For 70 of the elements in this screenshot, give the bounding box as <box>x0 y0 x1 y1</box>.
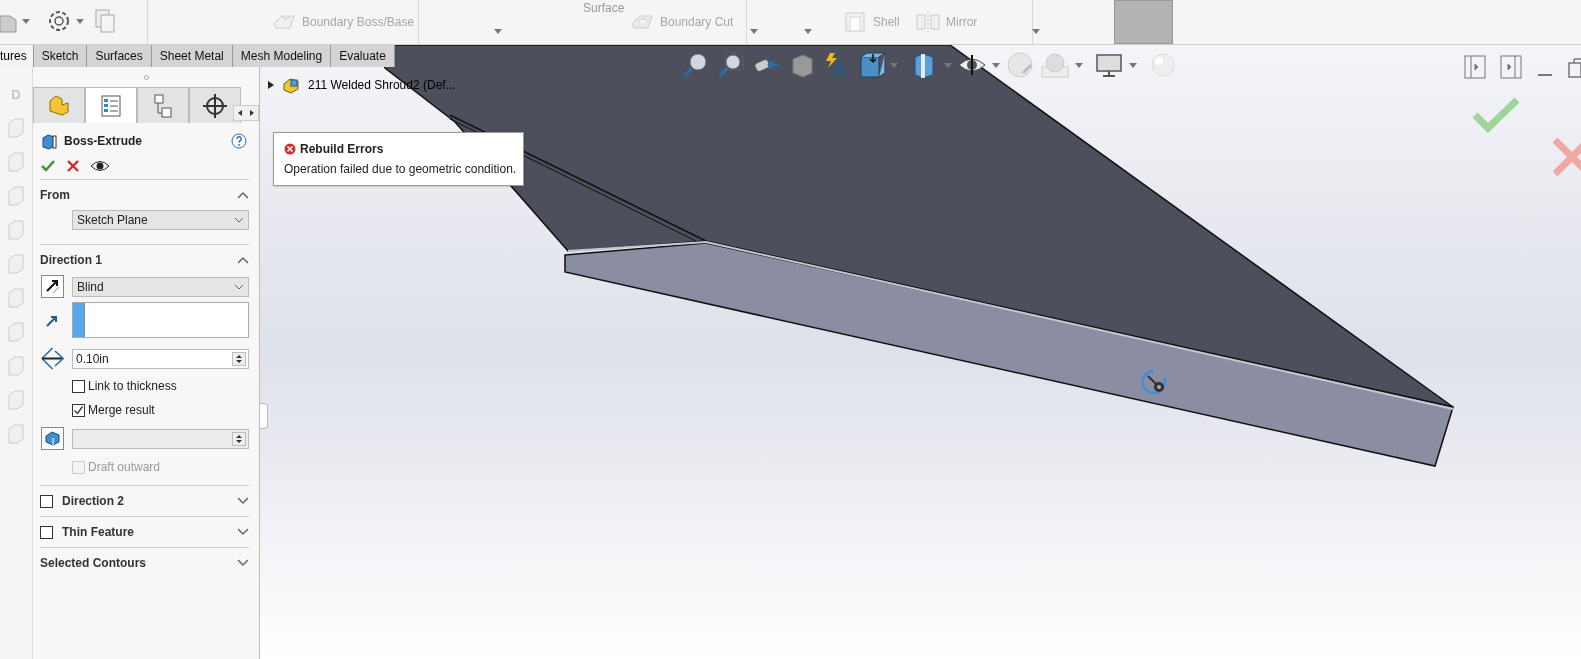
gear-icon[interactable] <box>46 8 72 34</box>
command-tab[interactable]: Surfaces <box>87 45 152 67</box>
checkbox[interactable] <box>72 379 85 393</box>
preview-tile <box>1114 0 1173 44</box>
shell-icon <box>843 10 867 34</box>
caret-icon[interactable] <box>22 18 30 24</box>
caret-icon[interactable] <box>1075 62 1083 68</box>
checkbox[interactable] <box>72 403 85 417</box>
confirm-check-icon[interactable] <box>1472 97 1520 133</box>
restore-icon[interactable] <box>1568 55 1581 79</box>
command-tab[interactable]: Sketch <box>33 45 88 67</box>
caret-icon[interactable] <box>76 18 84 24</box>
draft-icon[interactable] <box>41 427 64 450</box>
dropdown-value: Blind <box>77 278 104 296</box>
tile-right-icon[interactable] <box>1500 55 1522 79</box>
extrude-icon <box>40 132 58 150</box>
tooltip-message: Operation failed due to geometric condition. <box>284 161 513 178</box>
caret-icon[interactable] <box>992 62 1000 68</box>
caret-icon[interactable] <box>494 29 502 34</box>
expand-chevron-icon[interactable] <box>237 497 249 505</box>
command-tab[interactable]: tures <box>0 45 34 67</box>
chevron-icon <box>234 217 244 223</box>
section-title[interactable]: Selected Contours <box>40 554 228 572</box>
caret-icon[interactable] <box>804 29 812 34</box>
command-tab[interactable]: Evaluate <box>331 45 395 67</box>
help-icon[interactable] <box>231 133 247 149</box>
zoom-area-icon[interactable] <box>717 51 747 79</box>
ok-check-icon[interactable] <box>40 158 56 174</box>
chevron-icon <box>234 283 244 290</box>
busy-cursor-icon <box>1140 368 1168 396</box>
section-title[interactable]: Direction 2 <box>62 492 228 510</box>
panel-title: Boss-Extrude <box>64 133 144 150</box>
collapse-chevron-icon[interactable] <box>237 256 249 264</box>
dropdown-value: Sketch Plane <box>77 212 148 229</box>
dimension-icon <box>41 347 64 370</box>
section-title[interactable]: Direction 1 <box>40 251 228 269</box>
collapse-chevron-icon[interactable] <box>237 191 249 199</box>
group-label: Surface <box>583 0 625 17</box>
spinner-icon[interactable] <box>232 351 246 366</box>
checkbox[interactable] <box>40 525 53 539</box>
number-field[interactable]: 0.10in <box>72 348 249 369</box>
command-tab[interactable]: Sheet Metal <box>151 45 233 67</box>
tooltip-title: Rebuild Errors <box>300 141 384 158</box>
part-icon <box>282 76 300 94</box>
checkbox-label: Link to thickness <box>88 378 177 395</box>
checkbox[interactable] <box>40 494 53 508</box>
selection-box[interactable] <box>72 302 249 338</box>
panel-tab[interactable] <box>189 87 241 123</box>
tile-left-icon[interactable] <box>1464 55 1486 79</box>
expand-chevron-icon[interactable] <box>237 528 249 536</box>
cancel-icon[interactable] <box>66 159 80 173</box>
panel-handle[interactable] <box>260 403 268 429</box>
caret-icon[interactable] <box>1129 62 1137 68</box>
monitor-icon[interactable] <box>1094 51 1124 79</box>
dropdown[interactable]: Sketch Plane <box>72 210 249 230</box>
section-title[interactable]: Thin Feature <box>62 523 228 541</box>
caret-icon[interactable] <box>1032 29 1040 34</box>
dropdown[interactable]: Blind <box>72 276 249 297</box>
view-cube-icon[interactable] <box>857 51 887 79</box>
error-icon <box>284 143 296 155</box>
expand-chevron-icon[interactable] <box>237 559 249 567</box>
section-title[interactable]: From <box>40 186 228 204</box>
checkbox-label: Draft outward <box>88 459 161 476</box>
caret-icon[interactable] <box>750 29 758 34</box>
mirror-icon <box>916 10 940 34</box>
checkbox-label: Merge result <box>88 402 155 419</box>
reverse-direction-icon[interactable] <box>41 275 64 298</box>
expand-arrow-icon[interactable] <box>268 81 274 89</box>
eye-icon[interactable] <box>90 159 110 173</box>
command-tab[interactable]: Mesh Modeling <box>232 45 332 67</box>
